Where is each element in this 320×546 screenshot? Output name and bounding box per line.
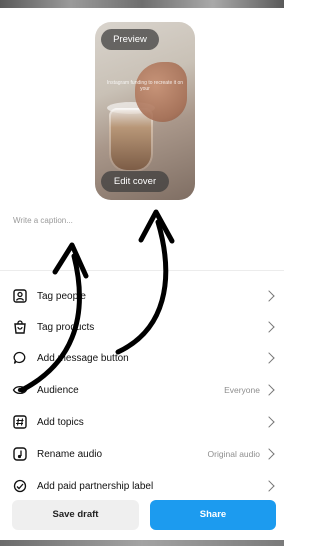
menu-item-tag-people[interactable]: Tag people — [0, 282, 284, 310]
audio-icon — [12, 446, 28, 462]
message-bubble-icon — [12, 350, 28, 366]
audio-value: Original audio — [207, 449, 260, 459]
shopping-bag-icon — [12, 319, 28, 335]
chevron-right-icon — [263, 321, 275, 333]
chevron-right-icon — [263, 290, 275, 302]
chevron-right-icon — [263, 416, 275, 428]
video-overlay-text: Instagram funding to recreate it on your — [106, 80, 184, 92]
menu-item-tag-products[interactable]: Tag products — [0, 313, 284, 341]
background-strip — [0, 540, 284, 546]
chevron-right-icon — [263, 352, 275, 364]
menu-item-label: Tag people — [37, 290, 86, 302]
chevron-right-icon — [263, 448, 275, 460]
preview-button[interactable]: Preview — [101, 29, 159, 50]
background-strip — [0, 0, 284, 8]
action-bar: Save draft Share — [0, 494, 284, 546]
audience-value: Everyone — [224, 385, 260, 395]
tag-people-icon — [12, 288, 28, 304]
hashtag-icon — [12, 414, 28, 430]
menu-item-add-topics[interactable]: Add topics — [0, 408, 284, 436]
menu-item-label: Audience — [37, 384, 79, 396]
menu-item-add-message-button[interactable]: Add message button — [0, 344, 284, 372]
menu-item-label: Tag products — [37, 321, 95, 333]
chevron-right-icon — [263, 384, 275, 396]
chevron-right-icon — [263, 480, 275, 492]
divider — [0, 270, 284, 271]
edit-cover-button[interactable]: Edit cover — [101, 171, 169, 192]
drink-cup — [109, 108, 153, 172]
menu-item-rename-audio[interactable]: Rename audio Original audio — [0, 440, 284, 468]
menu-item-label: Rename audio — [37, 448, 103, 460]
hand-image — [135, 62, 187, 122]
menu-item-label: Add paid partnership label — [37, 480, 154, 492]
caption-input[interactable]: Write a caption... — [13, 216, 73, 225]
partnership-icon — [12, 478, 28, 494]
share-button[interactable]: Share — [150, 500, 276, 530]
menu-item-label: Add message button — [37, 352, 129, 364]
menu-item-audience[interactable]: Audience Everyone — [0, 376, 284, 404]
eye-icon — [12, 382, 28, 398]
menu-item-label: Add topics — [37, 416, 84, 428]
save-draft-button[interactable]: Save draft — [12, 500, 139, 530]
